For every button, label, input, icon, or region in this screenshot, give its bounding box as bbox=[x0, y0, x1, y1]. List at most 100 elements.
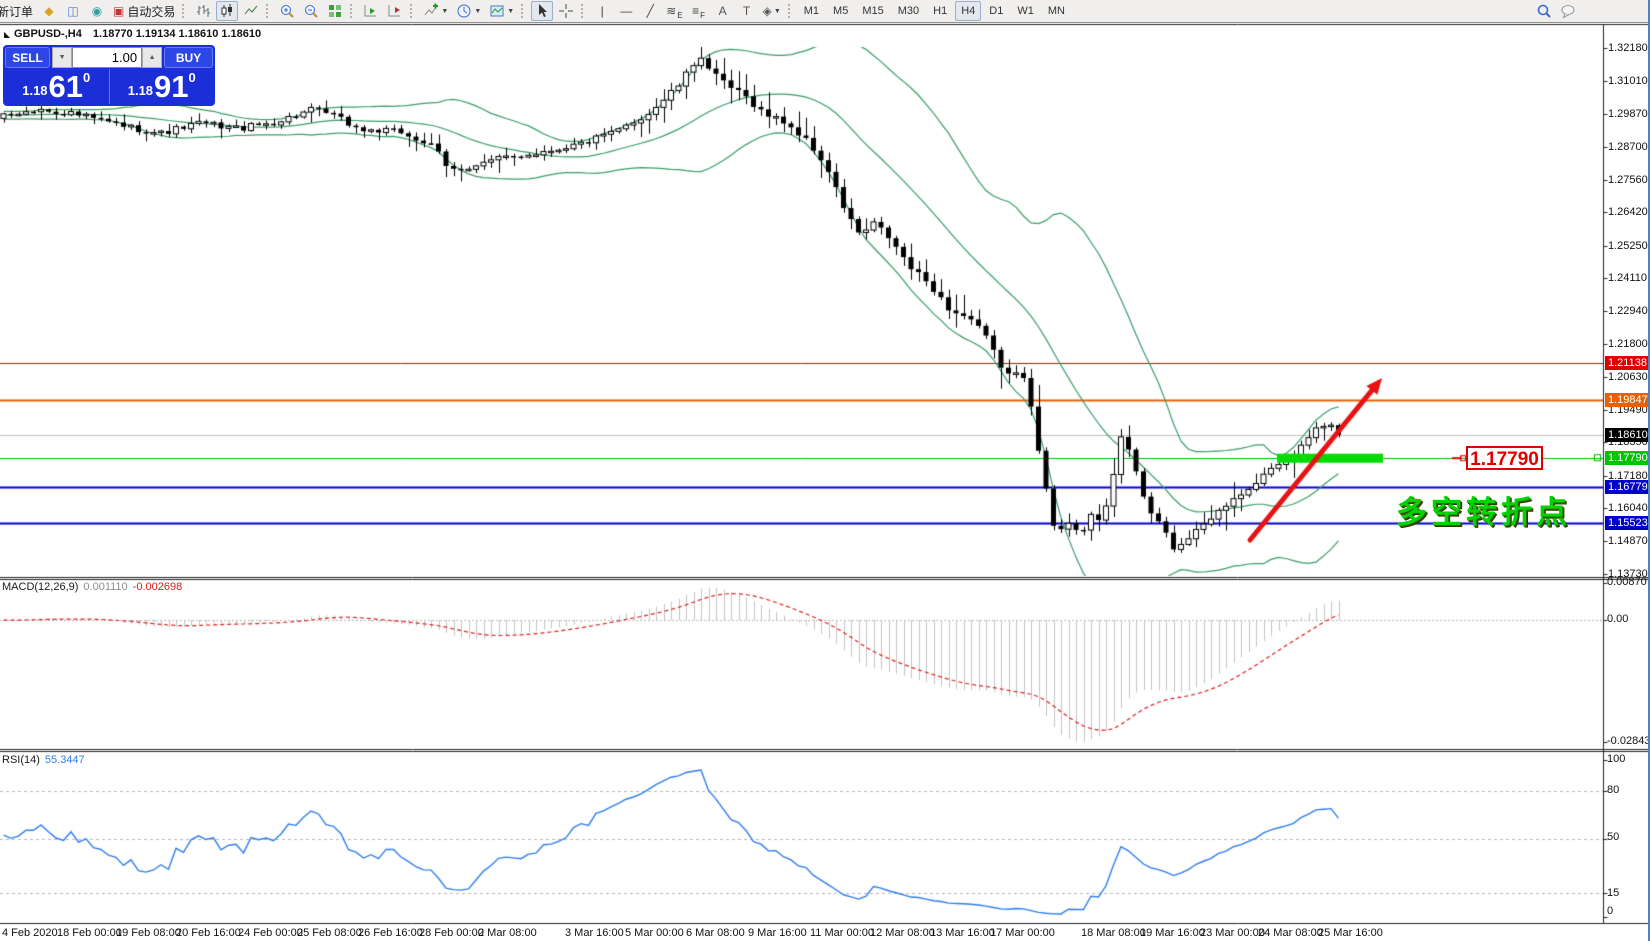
time-tick-label: 18 Mar 08:00 bbox=[1081, 927, 1146, 939]
timeframe-d1[interactable]: D1 bbox=[983, 1, 1009, 21]
templates-icon[interactable]: ▼ bbox=[486, 1, 517, 21]
channel-icon[interactable]: ≋E bbox=[663, 1, 685, 21]
price-tick-label: 1.27560 bbox=[1608, 174, 1648, 187]
rsi-indicator-label: RSI(14)55.3447 bbox=[2, 754, 85, 766]
zoom-out-icon[interactable] bbox=[300, 1, 322, 21]
sell-price-big: 61 bbox=[49, 72, 83, 102]
price-tick-label: 1.25250 bbox=[1608, 240, 1648, 253]
timeframe-h1[interactable]: H1 bbox=[927, 1, 953, 21]
chat-icon[interactable] bbox=[1557, 1, 1579, 21]
sell-price-button[interactable]: 1.18 61 0 bbox=[4, 69, 110, 104]
toolbar-grip bbox=[788, 4, 793, 18]
time-tick-label: 4 Feb 2020 bbox=[2, 927, 58, 939]
chart-shift-icon[interactable] bbox=[384, 1, 406, 21]
toolbar-grip bbox=[266, 4, 271, 18]
dropdown-caret-icon: ▼ bbox=[774, 8, 781, 15]
search-icon[interactable] bbox=[1533, 1, 1555, 21]
buy-price-frac: 1.18 bbox=[128, 83, 153, 98]
time-tick-label: 25 Mar 16:00 bbox=[1318, 927, 1383, 939]
navigator-icon[interactable]: ◆ bbox=[38, 1, 60, 21]
market-watch-icon[interactable]: ◫ bbox=[62, 1, 84, 21]
timeframe-w1[interactable]: W1 bbox=[1011, 1, 1040, 21]
current-price-badge: 1.18610 bbox=[1605, 428, 1650, 442]
buy-button[interactable]: BUY bbox=[164, 47, 213, 68]
sell-price-sup: 0 bbox=[83, 70, 90, 85]
timeframe-mn[interactable]: MN bbox=[1042, 1, 1071, 21]
tile-windows-icon[interactable] bbox=[324, 1, 346, 21]
zoom-in-icon[interactable] bbox=[276, 1, 298, 21]
rsi-value: 55.3447 bbox=[45, 754, 85, 766]
volume-control: ▼ ▲ bbox=[52, 47, 162, 68]
buy-price-big: 91 bbox=[154, 72, 188, 102]
timeframe-m5[interactable]: M5 bbox=[827, 1, 854, 21]
auto-scroll-icon[interactable] bbox=[360, 1, 382, 21]
toolbar-grip bbox=[350, 4, 355, 18]
toolbar-group: |—╱≋E≡FAT◈▼ bbox=[578, 0, 785, 22]
level-price-badge: 1.15523 bbox=[1605, 516, 1650, 530]
toolbar-group bbox=[179, 0, 263, 22]
timeframe-m30[interactable]: M30 bbox=[892, 1, 925, 21]
price-tick-label: 1.24110 bbox=[1608, 272, 1647, 285]
price-tick-label: 1.28700 bbox=[1608, 141, 1648, 154]
text-icon[interactable]: A bbox=[712, 1, 734, 21]
rsi-scale-label: 50 bbox=[1607, 831, 1619, 843]
cursor-icon[interactable] bbox=[531, 1, 553, 21]
symbol-period-label: GBPUSD-,H4 bbox=[14, 28, 82, 40]
sell-price-frac: 1.18 bbox=[22, 83, 47, 98]
signal-icon[interactable]: ◉ bbox=[86, 1, 108, 21]
toolbar-grip bbox=[581, 4, 586, 18]
time-tick-label: 11 Mar 00:00 bbox=[810, 927, 874, 939]
bar-chart-icon[interactable] bbox=[192, 1, 214, 21]
candlestick-icon[interactable] bbox=[216, 1, 238, 21]
time-tick-label: 6 Mar 08:00 bbox=[686, 927, 745, 939]
price-tick-label: 1.16040 bbox=[1608, 502, 1648, 515]
text-label-icon[interactable]: T bbox=[736, 1, 758, 21]
timeframe-h4[interactable]: H4 bbox=[955, 1, 981, 21]
buy-price-sup: 0 bbox=[189, 70, 196, 85]
toolbar-group bbox=[347, 0, 407, 22]
toolbar-grip bbox=[182, 4, 187, 18]
time-tick-label: 20 Feb 16:00 bbox=[176, 927, 241, 939]
fibonacci-icon[interactable]: ≡F bbox=[688, 1, 710, 21]
dropdown-caret-icon: ▼ bbox=[441, 8, 448, 15]
new-order-button[interactable]: 新订单 bbox=[1, 1, 36, 21]
time-tick-label: 12 Mar 08:00 bbox=[870, 927, 935, 939]
crosshair-icon[interactable] bbox=[555, 1, 577, 21]
macd-name: MACD(12,26,9) bbox=[2, 581, 78, 593]
dropdown-caret-icon: ▼ bbox=[474, 8, 481, 15]
macd-scale-label: 0.008707 bbox=[1607, 576, 1650, 588]
time-tick-label: 17 Mar 00:00 bbox=[990, 927, 1055, 939]
toolbar-grip bbox=[410, 4, 415, 18]
buy-price-button[interactable]: 1.18 91 0 bbox=[110, 69, 215, 104]
vertical-line-icon[interactable]: | bbox=[591, 1, 613, 21]
toolbar-group bbox=[518, 0, 578, 22]
timeframe-m15[interactable]: M15 bbox=[856, 1, 889, 21]
volume-increase-button[interactable]: ▲ bbox=[142, 47, 162, 68]
macd-scale-label: -0.028436 bbox=[1607, 735, 1650, 747]
toolbar-grip bbox=[521, 4, 526, 18]
line-chart-icon[interactable] bbox=[240, 1, 262, 21]
macd-signal-value: -0.002698 bbox=[133, 581, 183, 593]
time-tick-label: 19 Mar 16:00 bbox=[1140, 927, 1205, 939]
one-click-trading-panel: SELL ▼ ▲ BUY 1.18 61 0 1.18 91 0 bbox=[3, 45, 215, 106]
rsi-scale-label: 15 bbox=[1607, 887, 1619, 899]
horizontal-line-icon[interactable]: — bbox=[615, 1, 637, 21]
time-tick-label: 3 Mar 16:00 bbox=[565, 927, 624, 939]
periods-icon[interactable]: ▼ bbox=[453, 1, 484, 21]
volume-decrease-button[interactable]: ▼ bbox=[52, 47, 72, 68]
toolbar-group: ▼ ▼ ▼ bbox=[407, 0, 518, 22]
price-tick-label: 1.31010 bbox=[1608, 75, 1648, 88]
time-tick-label: 26 Feb 16:00 bbox=[358, 927, 423, 939]
price-tick-label: 1.21800 bbox=[1608, 338, 1648, 351]
chart-canvas[interactable] bbox=[0, 22, 1650, 925]
indicators-icon[interactable]: ▼ bbox=[420, 1, 451, 21]
volume-input[interactable] bbox=[72, 47, 142, 68]
trendline-icon[interactable]: ╱ bbox=[639, 1, 661, 21]
level-price-badge: 1.17790 bbox=[1605, 451, 1650, 465]
sell-button[interactable]: SELL bbox=[5, 47, 50, 68]
toolbar-group bbox=[263, 0, 347, 22]
timeframe-m1[interactable]: M1 bbox=[798, 1, 825, 21]
arrows-icon[interactable]: ◈▼ bbox=[760, 1, 784, 21]
autotrading-button[interactable]: ▣自动交易 bbox=[110, 1, 178, 21]
price-tick-label: 1.32180 bbox=[1608, 42, 1648, 55]
